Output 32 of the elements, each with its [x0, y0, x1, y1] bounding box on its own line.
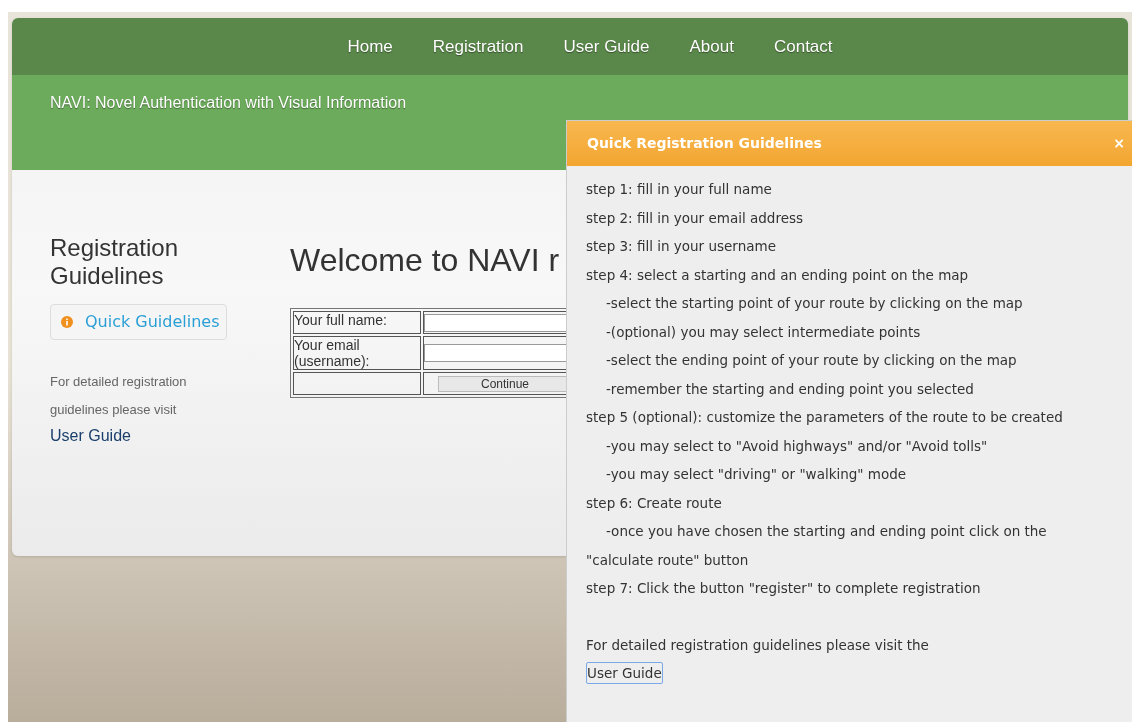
dialog-title: Quick Registration Guidelines: [587, 134, 822, 153]
guideline-step: step 3: fill in your username: [586, 232, 776, 261]
welcome-heading: Welcome to NAVI r: [290, 241, 560, 280]
site-title: NAVI: Novel Authentication with Visual Information: [50, 94, 407, 111]
user-guide-link[interactable]: User Guide: [50, 424, 230, 448]
guideline-detail: -(optional) you may select intermediate points: [605, 322, 921, 342]
guideline-step: step 4: select a starting and an ending point on the map: [586, 260, 969, 289]
guideline-step: step 7: Click the button "register" to complete registration: [586, 574, 981, 603]
guideline-step: step 5 (optional): customize the parameters of the route to be created: [586, 403, 1063, 432]
guideline-detail: -you may select to "Avoid highways" and/or "Avoid tolls": [605, 436, 988, 456]
guideline-detail: -select the ending point of your route by clicking on the map: [605, 351, 1017, 370]
nav-link[interactable]: Home: [337, 33, 403, 60]
quick-guidelines-button[interactable]: Quick Guidelines: [50, 304, 227, 340]
guideline-step: step 6: Create route: [586, 488, 722, 517]
guideline-step: step 2: fill in your email address: [586, 203, 804, 232]
nav-link[interactable]: About: [679, 33, 744, 60]
nav-link[interactable]: Registration: [422, 33, 534, 60]
guideline-step: "calculate route" button: [586, 545, 749, 574]
guideline-step: step 1: fill in your full name: [586, 175, 772, 204]
nav-link[interactable]: User Guide: [553, 33, 660, 60]
user-guide-link[interactable]: User Guide: [586, 662, 663, 684]
nav-link[interactable]: Contact: [763, 33, 843, 60]
guideline-detail: -remember the starting and ending point you selected: [605, 379, 974, 399]
form-label: Your full name:: [293, 311, 421, 334]
info-icon: [61, 316, 73, 328]
sidebar-heading: Registration Guidelines: [50, 234, 180, 290]
dialog-note: For detailed registration guidelines please visit the: [586, 635, 929, 655]
guideline-detail: -select the starting point of your route by clicking on the map: [605, 294, 1023, 313]
guideline-detail: -once you have chosen the starting and ending point click on the: [605, 522, 1047, 541]
form-label: Your email (username):: [293, 336, 421, 370]
guideline-detail: -you may select "driving" or "walking" mode: [605, 465, 907, 484]
guidelines-note: For detailed registration guidelines please visit: [50, 373, 188, 419]
